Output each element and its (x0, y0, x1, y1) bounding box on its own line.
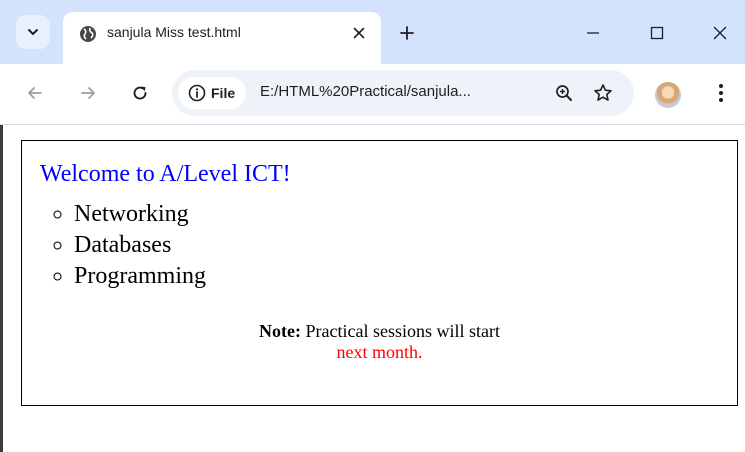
menu-button[interactable] (710, 80, 732, 106)
globe-icon (80, 26, 96, 42)
arrow-left-icon (28, 87, 42, 99)
plus-icon (400, 26, 414, 40)
note-highlight: next month. (336, 342, 423, 362)
reload-button[interactable] (127, 80, 153, 106)
minimize-button[interactable] (580, 20, 606, 46)
profile-avatar[interactable] (655, 82, 681, 108)
site-info-chip[interactable]: File (178, 77, 246, 109)
more-vertical-icon (719, 84, 723, 102)
toolbar: File E:/HTML%20Practical/sanjula... (0, 64, 745, 125)
maximize-button[interactable] (644, 20, 670, 46)
tab-title: sanjula Miss test.html (107, 24, 241, 40)
maximize-icon (650, 26, 664, 40)
topic-item: Networking (74, 199, 206, 230)
forward-button[interactable] (75, 80, 101, 106)
topic-list: Networking Databases Programming (22, 199, 206, 292)
topic-item: Programming (74, 261, 206, 292)
star-icon (594, 84, 612, 101)
tab-strip: sanjula Miss test.html (0, 0, 745, 64)
url-text[interactable]: E:/HTML%20Practical/sanjula... (260, 83, 471, 100)
note-text: Practical sessions will start (305, 321, 500, 341)
new-tab-button[interactable] (395, 21, 419, 45)
zoom-button[interactable] (552, 81, 576, 105)
chevron-down-icon (28, 29, 38, 35)
back-button[interactable] (22, 80, 48, 106)
info-icon (188, 84, 206, 102)
content-box: Welcome to A/Level ICT! Networking Datab… (21, 140, 738, 406)
note-paragraph: Note: Practical sessions will start next… (22, 321, 737, 363)
minimize-icon (587, 32, 599, 34)
topic-item: Databases (74, 230, 206, 261)
address-bar[interactable]: File E:/HTML%20Practical/sanjula... (172, 70, 634, 116)
close-icon (713, 26, 727, 40)
reload-icon (133, 86, 147, 100)
note-label: Note: (259, 321, 301, 341)
active-tab[interactable]: sanjula Miss test.html (63, 12, 381, 64)
site-chip-label: File (211, 85, 236, 101)
page-heading: Welcome to A/Level ICT! (40, 161, 291, 187)
close-icon (353, 27, 365, 39)
tab-search-button[interactable] (16, 15, 50, 49)
arrow-right-icon (81, 87, 95, 99)
tab-close-button[interactable] (348, 22, 370, 44)
page-viewport: Welcome to A/Level ICT! Networking Datab… (0, 125, 745, 452)
window-close-button[interactable] (707, 20, 733, 46)
bookmark-button[interactable] (591, 81, 615, 105)
zoom-icon (556, 85, 572, 101)
